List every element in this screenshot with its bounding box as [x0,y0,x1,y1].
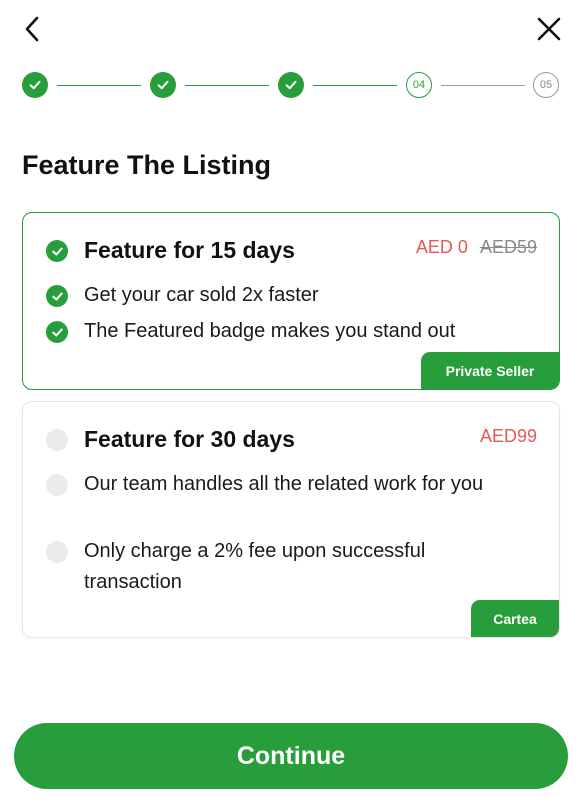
step-4-current: 04 [406,72,432,98]
provider-badge: Cartea [471,600,559,637]
option-price: AED99 [479,426,537,446]
feature-text: Get your car sold 2x faster [84,284,319,306]
step-connector [313,84,397,86]
feature-check [46,285,68,307]
page-title: Feature The Listing [22,150,272,180]
option-title: Feature for 15 days [84,237,295,263]
checkmark-icon [29,80,41,90]
option-card-15-days[interactable]: Feature for 15 days AED 0 AED59 Get your… [22,212,560,390]
checkmark-icon [157,80,169,90]
step-1-done [22,72,48,98]
original-price: AED59 [479,237,537,257]
option-card-30-days[interactable]: Feature for 30 days AED99 Our team handl… [22,401,560,638]
step-2-done [150,72,176,98]
feature-text: Our team handles all the related work fo… [84,473,484,495]
continue-button[interactable]: Continue [14,723,568,789]
unselected-radio[interactable] [46,429,68,451]
checkmark-icon [285,80,297,90]
feature-bullet [46,541,68,563]
chevron-left-icon [25,16,39,42]
discounted-price: AED 0 [415,237,468,257]
feature-check [46,321,68,343]
checkmark-icon [51,247,63,255]
seller-badge: Private Seller [421,352,559,389]
price-block: AED 0 AED59 [416,237,537,258]
close-button[interactable] [534,14,564,44]
step-connector [441,84,525,86]
step-connector [57,84,141,86]
feature-bullet [46,474,68,496]
step-5-todo: 05 [533,72,559,98]
close-icon [537,17,561,41]
option-title: Feature for 30 days [84,426,295,452]
progress-stepper: 04 05 [22,72,562,100]
feature-text: The Featured badge makes you stand out [84,320,456,342]
step-connector [185,84,269,86]
back-button[interactable] [18,14,48,44]
checkmark-icon [51,328,63,336]
top-bar [0,0,582,60]
checkmark-icon [51,292,63,300]
selected-radio[interactable] [46,240,68,262]
feature-text: Only charge a 2% fee upon successful tra… [84,540,426,593]
step-3-done [278,72,304,98]
